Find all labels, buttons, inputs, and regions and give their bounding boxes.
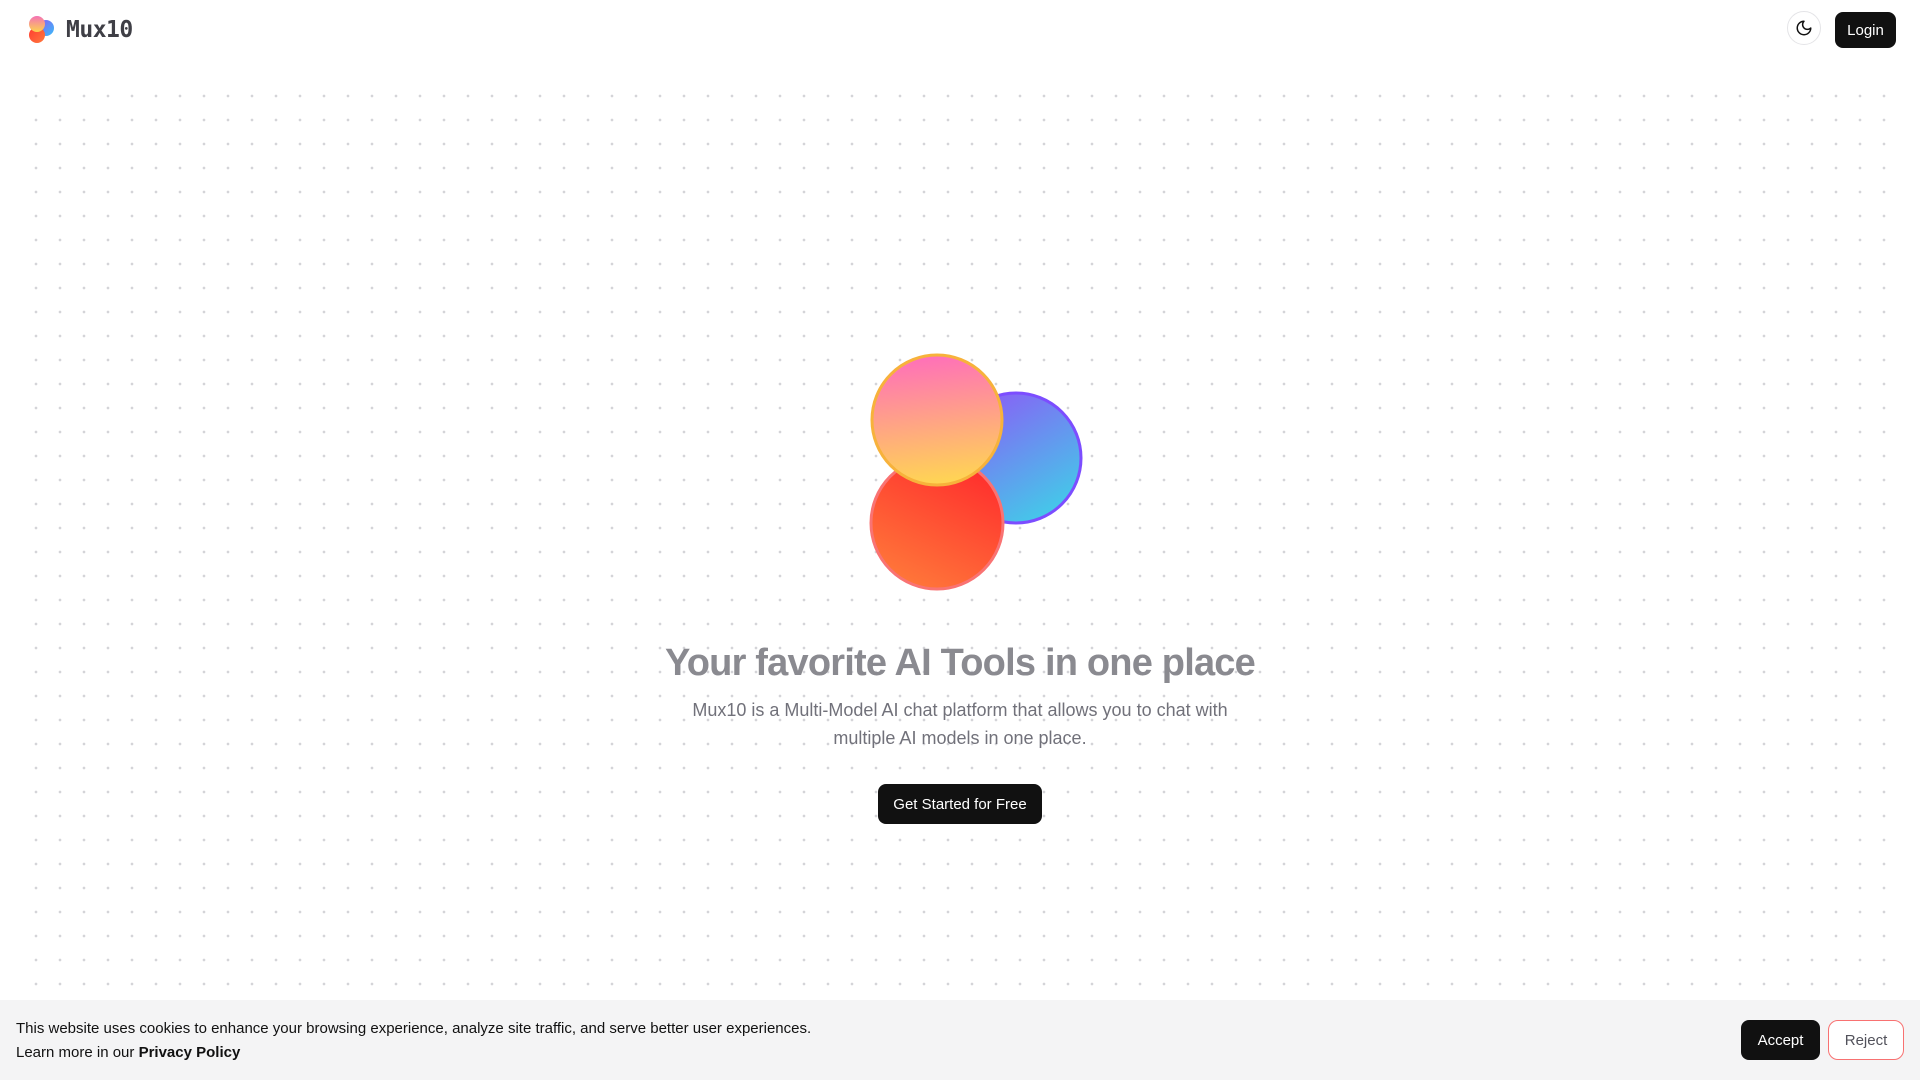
top-navbar: Mux10 Login bbox=[0, 0, 1920, 58]
mux10-logo-icon bbox=[29, 16, 54, 43]
hero-title: Your favorite AI Tools in one place bbox=[665, 642, 1256, 684]
learn-more-prefix: Learn more in our bbox=[16, 1044, 139, 1061]
cookie-learn-more: Learn more in our Privacy Policy bbox=[16, 1041, 811, 1065]
hero-logo-illustration bbox=[869, 353, 1083, 591]
privacy-policy-link[interactable]: Privacy Policy bbox=[139, 1044, 241, 1061]
theme-toggle-button[interactable] bbox=[1787, 11, 1821, 45]
cookie-banner: This website uses cookies to enhance you… bbox=[0, 1000, 1920, 1080]
reject-cookies-button[interactable]: Reject bbox=[1828, 1020, 1904, 1060]
brand[interactable]: Mux10 bbox=[24, 14, 133, 46]
cookie-message: This website uses cookies to enhance you… bbox=[16, 1017, 811, 1065]
login-button[interactable]: Login bbox=[1835, 12, 1896, 48]
moon-icon bbox=[1796, 20, 1812, 36]
cookie-text-line: This website uses cookies to enhance you… bbox=[16, 1020, 812, 1037]
hero-subtitle: Mux10 is a Multi-Model AI chat platform … bbox=[692, 700, 1228, 748]
get-started-button[interactable]: Get Started for Free bbox=[878, 784, 1042, 824]
accept-cookies-button[interactable]: Accept bbox=[1741, 1020, 1820, 1060]
landing-page: Mux10 Login Your favorite AI Tools in on… bbox=[0, 0, 1920, 1080]
brand-name: Mux10 bbox=[66, 17, 133, 43]
